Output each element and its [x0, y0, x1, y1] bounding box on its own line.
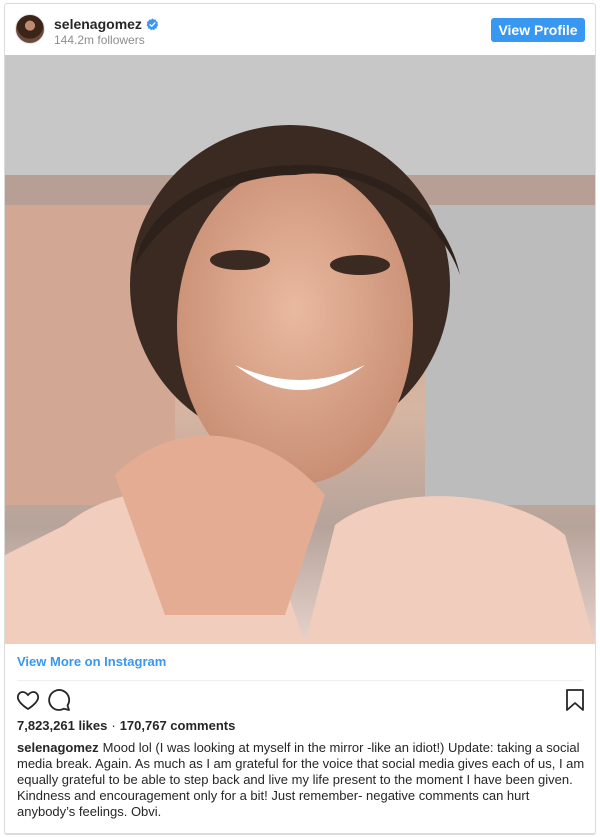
view-more-link[interactable]: View More on Instagram [17, 654, 166, 669]
comment-icon[interactable] [47, 688, 71, 712]
heart-icon[interactable] [16, 688, 40, 712]
comment-count[interactable]: 170,767 comments [120, 718, 236, 733]
stats-separator: · [111, 718, 116, 733]
like-count[interactable]: 7,823,261 likes [17, 718, 107, 733]
photo-illustration [5, 55, 595, 644]
instagram-embed: selenagomez 144.2m followers View Profil… [4, 3, 596, 835]
avatar[interactable] [15, 14, 45, 44]
verified-badge-icon [146, 18, 159, 30]
divider [17, 680, 583, 681]
view-profile-button[interactable]: View Profile [491, 18, 585, 42]
post-caption: selenagomez Mood lol (I was looking at my… [17, 740, 585, 820]
bookmark-icon[interactable] [563, 688, 587, 712]
user-line: selenagomez [54, 16, 159, 32]
username[interactable]: selenagomez [54, 16, 142, 32]
post-header: selenagomez 144.2m followers View Profil… [5, 4, 595, 54]
post-photo[interactable] [5, 55, 595, 644]
post-stats: 7,823,261 likes · 170,767 comments [17, 718, 235, 733]
caption-username[interactable]: selenagomez [17, 740, 99, 755]
caption-text: Mood lol (I was looking at myself in the… [17, 740, 585, 819]
follower-count: 144.2m followers [54, 33, 145, 47]
bottom-divider [5, 833, 595, 834]
